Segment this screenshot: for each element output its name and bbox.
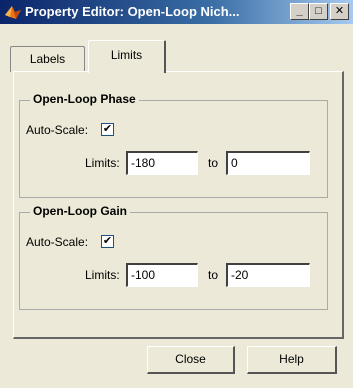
phase-max-field[interactable]: 0 — [226, 151, 310, 175]
maximize-button[interactable]: □ — [309, 3, 328, 20]
open-loop-phase-group: Open-Loop Phase Auto-Scale: ✔ Limits: -1… — [19, 92, 328, 198]
property-editor-window: Property Editor: Open-Loop Nich... _ □ ✕… — [0, 0, 353, 388]
open-loop-gain-group: Open-Loop Gain Auto-Scale: ✔ Limits: -10… — [19, 204, 328, 310]
gain-limits-label: Limits: — [85, 268, 120, 282]
phase-min-field[interactable]: -180 — [126, 151, 198, 175]
maximize-icon: □ — [315, 5, 322, 17]
tab-strip: Labels Limits — [0, 40, 353, 73]
gain-autoscale-label: Auto-Scale: — [26, 235, 89, 249]
tab-labels-label: Labels — [29, 52, 66, 66]
phase-autoscale-label: Auto-Scale: — [26, 123, 89, 137]
window-title: Property Editor: Open-Loop Nich... — [25, 4, 240, 19]
gain-group-title: Open-Loop Gain — [30, 204, 130, 218]
phase-limits-label: Limits: — [85, 156, 120, 170]
close-button-label: Close — [175, 352, 206, 366]
matlab-logo-icon — [5, 6, 21, 19]
tab-labels[interactable]: Labels — [10, 46, 85, 72]
close-window-button[interactable]: ✕ — [330, 3, 349, 20]
help-button-label: Help — [279, 352, 304, 366]
minimize-icon: _ — [296, 5, 303, 17]
gain-max-field[interactable]: -20 — [226, 263, 310, 287]
gain-to-label: to — [208, 268, 219, 282]
phase-autoscale-checkbox[interactable]: ✔ — [101, 123, 114, 136]
tab-limits-label: Limits — [110, 48, 143, 62]
checkmark-icon: ✔ — [102, 235, 113, 247]
close-icon: ✕ — [334, 5, 345, 17]
minimize-button[interactable]: _ — [290, 3, 309, 20]
help-button[interactable]: Help — [247, 346, 337, 374]
close-button[interactable]: Close — [147, 346, 235, 374]
phase-to-label: to — [208, 156, 219, 170]
phase-group-title: Open-Loop Phase — [30, 92, 139, 106]
gain-autoscale-checkbox[interactable]: ✔ — [101, 235, 114, 248]
checkmark-icon: ✔ — [102, 123, 113, 135]
gain-min-field[interactable]: -100 — [126, 263, 198, 287]
title-bar[interactable]: Property Editor: Open-Loop Nich... _ □ ✕ — [0, 0, 353, 24]
tab-limits[interactable]: Limits — [88, 40, 166, 73]
